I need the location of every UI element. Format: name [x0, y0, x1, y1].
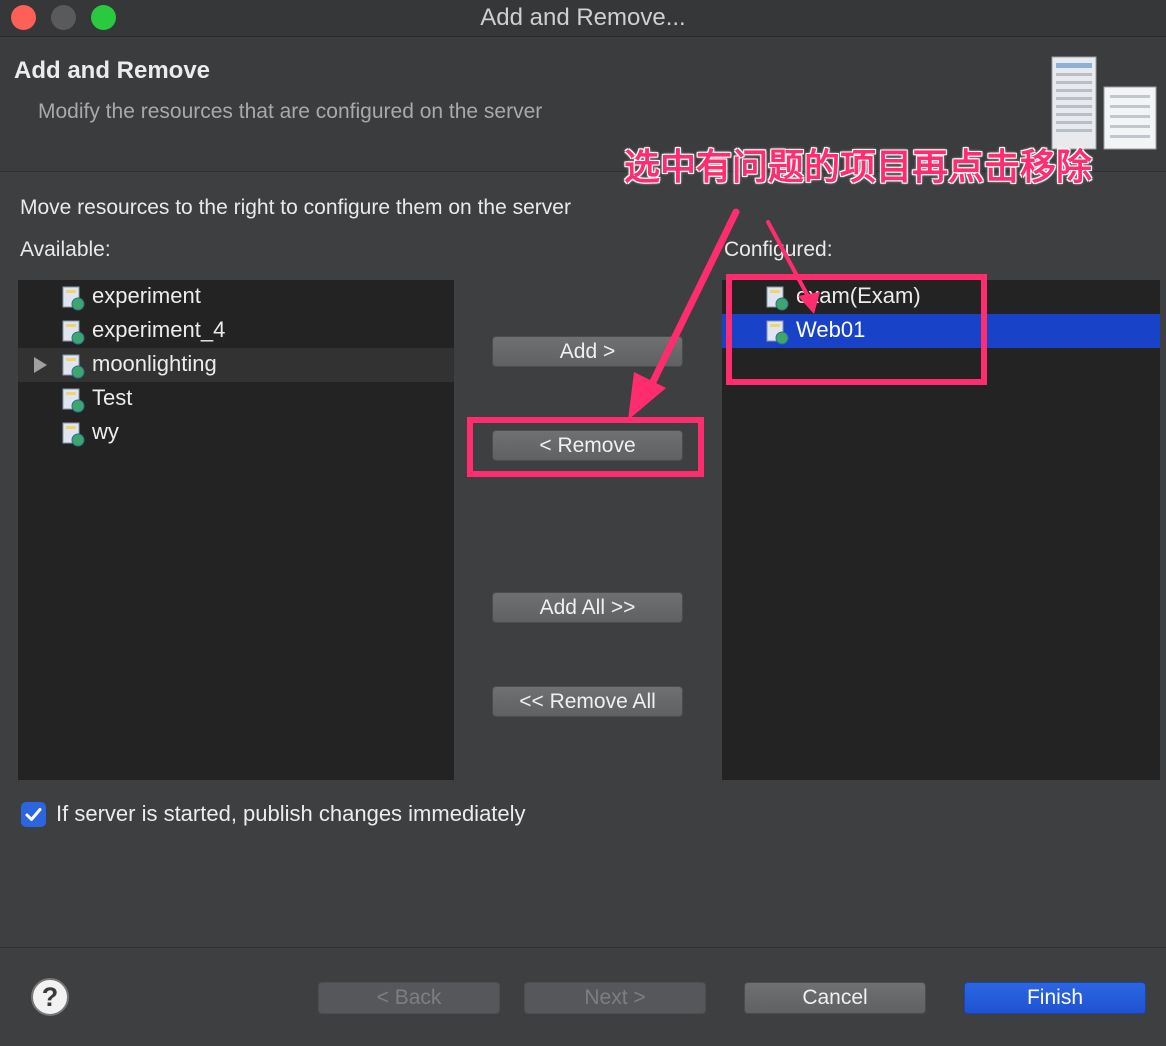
project-icon [62, 388, 85, 413]
available-label: Available: [20, 238, 111, 261]
help-button[interactable]: ? [31, 978, 69, 1016]
list-item[interactable]: experiment [18, 280, 454, 314]
publish-checkbox[interactable] [21, 802, 46, 827]
list-item-label: experiment [92, 283, 201, 308]
available-list[interactable]: experiment experiment_4 moonlighting Tes… [18, 280, 454, 780]
list-item-label: wy [92, 419, 119, 444]
project-icon [62, 286, 85, 311]
list-item[interactable]: wy [18, 416, 454, 450]
cancel-button[interactable]: Cancel [744, 982, 926, 1014]
add-all-button[interactable]: Add All >> [492, 592, 683, 623]
list-item-label: moonlighting [92, 351, 217, 376]
finish-button[interactable]: Finish [964, 982, 1146, 1014]
window-title: Add and Remove... [480, 4, 686, 31]
list-item-label: Test [92, 385, 133, 410]
page-title: Add and Remove [14, 57, 211, 84]
list-item[interactable]: moonlighting [18, 348, 454, 382]
project-icon [62, 422, 85, 447]
remove-highlight-box [467, 417, 704, 477]
add-button[interactable]: Add > [492, 336, 683, 367]
expand-triangle-icon[interactable] [34, 357, 47, 373]
annotation-text: 选中有问题的项目再点击移除 [624, 146, 1093, 187]
project-icon [62, 354, 85, 379]
next-button[interactable]: Next > [524, 982, 706, 1014]
footer-divider [0, 947, 1166, 948]
back-button[interactable]: < Back [318, 982, 500, 1014]
list-item-label: experiment_4 [92, 317, 226, 342]
page-subtitle: Modify the resources that are configured… [38, 100, 543, 123]
configured-label: Configured: [724, 238, 833, 261]
publish-checkbox-label: If server is started, publish changes im… [56, 801, 526, 826]
checkmark-icon [25, 808, 42, 821]
configured-highlight-box [726, 274, 987, 385]
instructions-text: Move resources to the right to configure… [20, 196, 571, 219]
list-item[interactable]: Test [18, 382, 454, 416]
list-item[interactable]: experiment_4 [18, 314, 454, 348]
arrow-head-remove [628, 372, 666, 420]
project-icon [62, 320, 85, 345]
remove-all-button[interactable]: << Remove All [492, 686, 683, 717]
title-bar: Add and Remove... [0, 0, 1166, 37]
